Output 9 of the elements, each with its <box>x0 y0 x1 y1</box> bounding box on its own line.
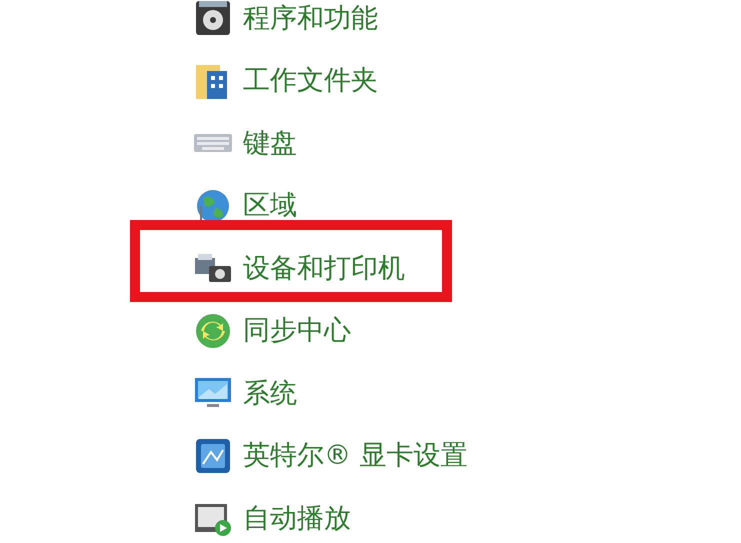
control-panel-link[interactable]: 英特尔® 显卡设置 <box>243 442 468 470</box>
control-panel-link[interactable]: 设备和打印机 <box>243 254 405 282</box>
control-panel-link[interactable]: 区域 <box>243 192 297 220</box>
control-panel-link[interactable]: 工作文件夹 <box>243 67 378 94</box>
control-panel-link[interactable]: 同步中心 <box>243 317 351 344</box>
control-panel-link[interactable]: 键盘 <box>243 130 297 157</box>
control-panel-link[interactable]: 程序和功能 <box>243 4 378 32</box>
control-panel-link[interactable]: 自动播放 <box>243 504 351 532</box>
control-panel-link[interactable]: 系统 <box>243 380 297 407</box>
